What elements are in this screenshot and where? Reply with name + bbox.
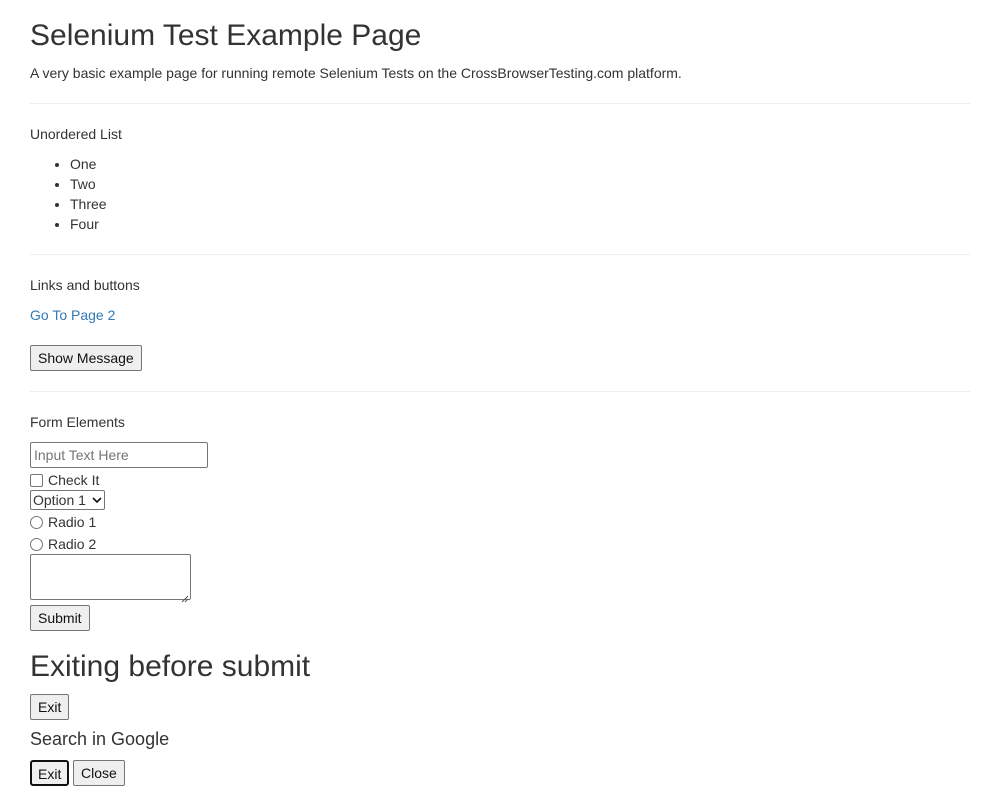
chevron-down-icon: [90, 491, 104, 509]
list-item: Four: [70, 214, 107, 234]
list-item: Two: [70, 174, 107, 194]
section-divider: [30, 391, 970, 392]
section-divider: [30, 254, 970, 255]
list-item: One: [70, 154, 107, 174]
form-elements-label: Form Elements: [30, 414, 125, 430]
resize-grip-icon[interactable]: [181, 590, 189, 603]
page-subtitle: A very basic example page for running re…: [30, 65, 682, 81]
check-it-row[interactable]: Check It: [30, 471, 99, 489]
text-input[interactable]: [30, 442, 208, 468]
checkbox[interactable]: [30, 473, 43, 487]
radio-1-label: Radio 1: [48, 514, 97, 530]
exit-button[interactable]: Exit: [30, 694, 70, 720]
unordered-list: One Two Three Four: [30, 154, 107, 234]
show-message-button[interactable]: Show Message: [30, 345, 142, 371]
links-buttons-label: Links and buttons: [30, 277, 140, 293]
radio-1-row[interactable]: Radio 1: [30, 513, 96, 531]
submit-button[interactable]: Submit: [30, 605, 90, 631]
option-select[interactable]: Option 1: [30, 490, 105, 510]
unordered-list-label: Unordered List: [30, 126, 122, 142]
go-to-page-2-link[interactable]: Go To Page 2: [30, 306, 115, 324]
list-item: Three: [70, 194, 107, 214]
section-divider: [30, 103, 970, 104]
page-title: Selenium Test Example Page: [30, 19, 422, 52]
radio-2-label: Radio 2: [48, 536, 97, 552]
select-value: Option 1: [33, 492, 86, 508]
radio-2-row[interactable]: Radio 2: [30, 535, 96, 553]
message-textarea[interactable]: [30, 554, 191, 603]
exiting-heading: Exiting before submit: [30, 650, 311, 683]
close-button[interactable]: Close: [73, 760, 125, 786]
search-heading: Search in Google: [30, 729, 170, 749]
radio-1[interactable]: [30, 515, 43, 529]
radio-2[interactable]: [30, 537, 43, 551]
search-exit-button[interactable]: Exit: [30, 760, 70, 786]
checkbox-label: Check It: [48, 472, 100, 488]
